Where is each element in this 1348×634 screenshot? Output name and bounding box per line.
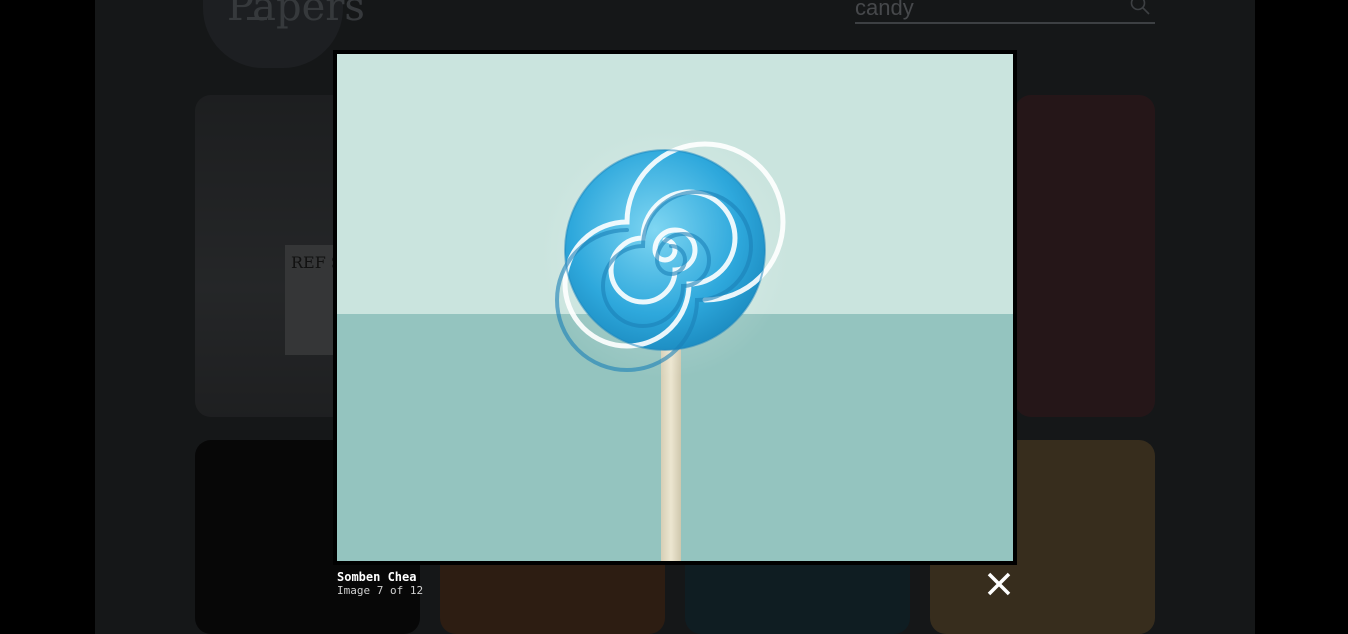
lightbox-frame <box>333 50 1017 565</box>
close-icon[interactable] <box>984 568 1014 600</box>
photo-author: Somben Chea <box>337 570 417 584</box>
close-button[interactable] <box>984 568 1014 600</box>
lightbox-image[interactable] <box>337 54 1013 561</box>
image-counter: Image 7 of 12 <box>337 584 424 597</box>
lightbox-caption: Somben Chea Image 7 of 12 <box>337 570 423 598</box>
